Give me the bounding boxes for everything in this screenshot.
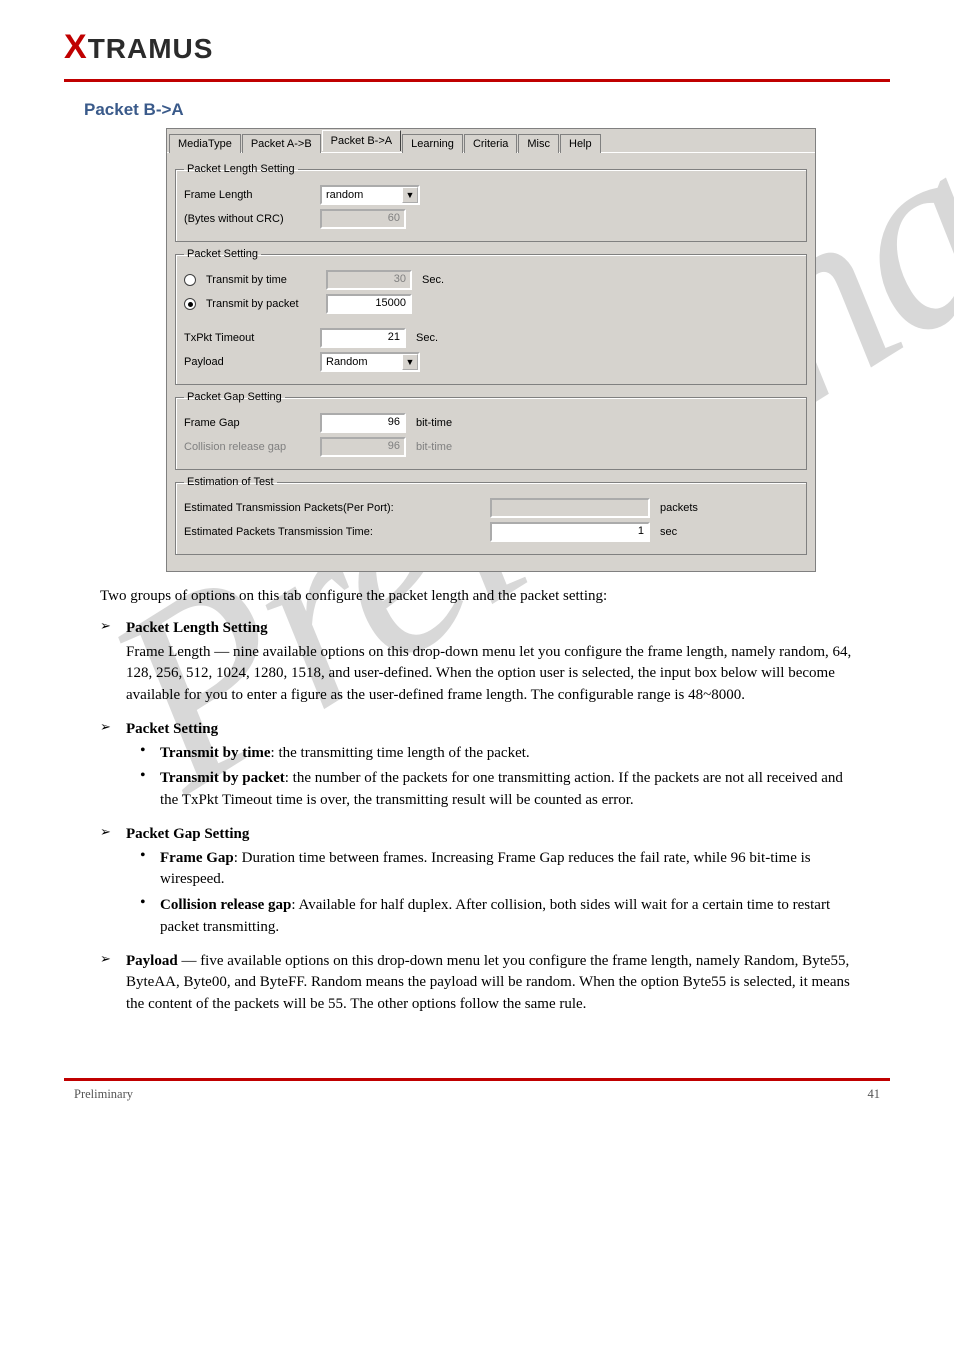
label-est-tx-packets: Estimated Transmission Packets(Per Port)…: [184, 502, 484, 514]
label-est-tx-time: Estimated Packets Transmission Time:: [184, 526, 484, 538]
logo-text: TRAMUS: [88, 33, 214, 64]
combo-frame-length[interactable]: random ▼: [320, 185, 420, 205]
footer-page-number: 41: [868, 1087, 881, 1102]
item-packet-gap: Packet Gap Setting • Frame Gap: Duration…: [126, 824, 864, 941]
radio-transmit-by-packet[interactable]: [184, 298, 196, 310]
item-packet-length: Packet Length Setting Frame Length — nin…: [126, 618, 864, 709]
output-est-tx-packets: [490, 498, 650, 518]
screenshot-panel: MediaType Packet A->B Packet B->A Learni…: [166, 128, 816, 572]
legend-estimation: Estimation of Test: [184, 476, 277, 488]
suffix-sec-3: sec: [660, 526, 677, 538]
dot-icon: •: [140, 895, 160, 941]
dot-icon: •: [140, 848, 160, 894]
item-payload: Payload — five available options on this…: [126, 951, 864, 1018]
combo-frame-length-value: random: [322, 189, 402, 201]
label-txpkt-timeout: TxPkt Timeout: [184, 332, 314, 344]
radio-dot: [188, 302, 193, 307]
suffix-packets: packets: [660, 502, 698, 514]
item-a-body: Frame Length — nine available options on…: [126, 642, 864, 707]
chevron-down-icon[interactable]: ▼: [402, 354, 418, 370]
suffix-bittime-1: bit-time: [416, 417, 452, 429]
suffix-sec-2: Sec.: [416, 332, 438, 344]
input-transmit-by-time: 30: [326, 270, 412, 290]
logo-x: X: [64, 28, 88, 66]
bullet-icon: ➢: [100, 719, 126, 814]
chevron-down-icon[interactable]: ▼: [402, 187, 418, 203]
input-txpkt-timeout[interactable]: 21: [320, 328, 406, 348]
legend-packet-gap: Packet Gap Setting: [184, 391, 285, 403]
lead-text: Two groups of options on this tab config…: [100, 586, 864, 608]
suffix-bittime-2: bit-time: [416, 441, 452, 453]
tab-misc[interactable]: Misc: [518, 134, 559, 153]
group-packet-setting: Packet Setting Transmit by time 30 Sec. …: [175, 248, 807, 385]
label-collision-release-gap: Collision release gap: [184, 441, 314, 453]
tab-packet-ab[interactable]: Packet A->B: [242, 134, 321, 153]
sub-b1-bold: Transmit by time: [160, 745, 271, 761]
label-payload: Payload: [184, 356, 314, 368]
tab-mediatype[interactable]: MediaType: [169, 134, 241, 153]
tab-criteria[interactable]: Criteria: [464, 134, 517, 153]
tab-packet-ba[interactable]: Packet B->A: [322, 130, 401, 151]
label-transmit-by-time: Transmit by time: [206, 274, 320, 286]
item-a-title: Packet Length Setting: [126, 620, 268, 636]
footer-left: Preliminary: [74, 1087, 133, 1102]
sub-b1-text: : the transmitting time length of the pa…: [271, 745, 530, 761]
label-bytes-wo-crc: (Bytes without CRC): [184, 213, 314, 225]
item-packet-setting: Packet Setting • Transmit by time: the t…: [126, 719, 864, 814]
tab-learning[interactable]: Learning: [402, 134, 463, 153]
tab-help[interactable]: Help: [560, 134, 601, 153]
radio-transmit-by-time[interactable]: [184, 274, 196, 286]
sub-c2-bold: Collision release gap: [160, 897, 291, 913]
label-frame-length: Frame Length: [184, 189, 314, 201]
sub-c1-bold: Frame Gap: [160, 850, 234, 866]
group-packet-gap: Packet Gap Setting Frame Gap 96 bit-time…: [175, 391, 807, 470]
group-packet-length: Packet Length Setting Frame Length rando…: [175, 163, 807, 242]
legend-packet-length: Packet Length Setting: [184, 163, 298, 175]
input-frame-gap[interactable]: 96: [320, 413, 406, 433]
input-collision-release-gap: 96: [320, 437, 406, 457]
page: XTRAMUS Packet B->A MediaType Packet A->…: [0, 0, 954, 1132]
bullet-icon: ➢: [100, 951, 126, 1018]
output-est-tx-time: 1: [490, 522, 650, 542]
header: XTRAMUS: [0, 0, 954, 75]
label-frame-gap: Frame Gap: [184, 417, 314, 429]
item-d-title: Payload: [126, 953, 178, 969]
combo-payload[interactable]: Random ▼: [320, 352, 420, 372]
input-transmit-by-packet[interactable]: 15000: [326, 294, 412, 314]
dot-icon: •: [140, 743, 160, 767]
body-content: Two groups of options on this tab config…: [0, 572, 954, 1038]
item-c-title: Packet Gap Setting: [126, 826, 249, 842]
tabstrip: MediaType Packet A->B Packet B->A Learni…: [167, 129, 815, 153]
input-bytes-wo-crc: 60: [320, 209, 406, 229]
label-transmit-by-packet: Transmit by packet: [206, 298, 320, 310]
footer: Preliminary 41: [0, 1087, 954, 1132]
panel-body: Packet Length Setting Frame Length rando…: [167, 153, 815, 571]
combo-payload-value: Random: [322, 356, 402, 368]
logo: XTRAMUS: [64, 33, 213, 64]
bullet-icon: ➢: [100, 824, 126, 941]
item-b-title: Packet Setting: [126, 721, 218, 737]
dot-icon: •: [140, 768, 160, 814]
footer-rule: [64, 1078, 890, 1081]
sub-c1-text: : Duration time between frames. Increasi…: [160, 850, 811, 888]
legend-packet-setting: Packet Setting: [184, 248, 261, 260]
section-title: Packet B->A: [0, 82, 954, 128]
group-estimation: Estimation of Test Estimated Transmissio…: [175, 476, 807, 555]
bullet-icon: ➢: [100, 618, 126, 709]
item-d-body: — five available options on this drop-do…: [126, 953, 850, 1013]
suffix-sec-1: Sec.: [422, 274, 444, 286]
sub-b2-bold: Transmit by packet: [160, 770, 285, 786]
